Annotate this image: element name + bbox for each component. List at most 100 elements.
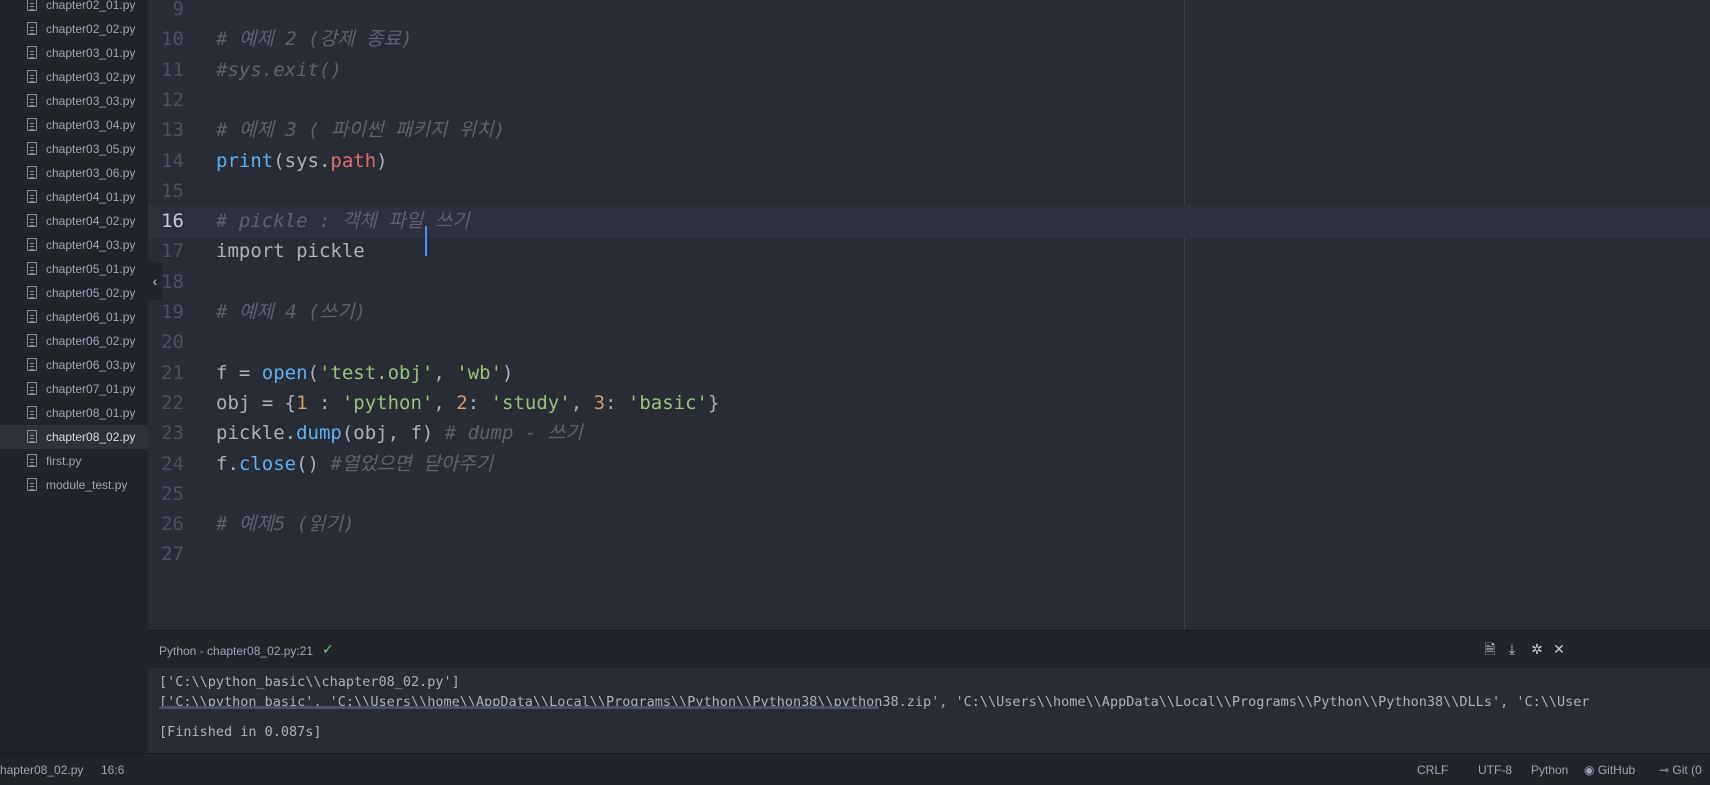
code-line[interactable]: 18: [148, 266, 1710, 299]
line-number: 12: [161, 88, 184, 111]
file-label: chapter07_01.py: [46, 382, 136, 396]
file-label: first.py: [46, 454, 82, 468]
code-line[interactable]: 22 obj = {1 : 'python', 2: 'study', 3: 'b…: [148, 387, 1710, 420]
code-token: #sys.exit(): [216, 58, 342, 81]
file-item[interactable]: chapter03_03.py: [0, 89, 148, 113]
file-item[interactable]: chapter07_01.py: [0, 377, 148, 401]
code-token: 1: [296, 391, 308, 414]
status-grammar[interactable]: Python: [1531, 763, 1568, 777]
file-item[interactable]: chapter02_02.py: [0, 17, 148, 41]
file-item[interactable]: module_test.py: [0, 473, 148, 497]
code-token: 'python': [341, 391, 434, 414]
file-label: chapter08_01.py: [46, 406, 136, 420]
code-line[interactable]: 19 # 예제 4 (쓰기): [148, 296, 1710, 329]
code-token: (): [296, 452, 331, 475]
line-number: 13: [161, 119, 184, 142]
code-line[interactable]: 14 print(sys.path): [148, 145, 1710, 178]
code-line[interactable]: 27: [148, 538, 1710, 571]
status-cursor-position[interactable]: 16:6: [101, 763, 124, 777]
code-token: # 예제 4 (쓰기): [216, 301, 366, 323]
file-item[interactable]: chapter02_01.py: [0, 0, 148, 17]
file-label: chapter08_02.py: [46, 430, 136, 444]
file-item[interactable]: chapter06_03.py: [0, 353, 148, 377]
file-item[interactable]: chapter04_01.py: [0, 185, 148, 209]
output-horizontal-scrollbar[interactable]: [159, 706, 879, 709]
file-item[interactable]: chapter03_02.py: [0, 65, 148, 89]
status-encoding[interactable]: UTF-8: [1478, 763, 1512, 777]
code-line[interactable]: 26 # 예제5 (읽기): [148, 508, 1710, 541]
file-item[interactable]: chapter03_04.py: [0, 113, 148, 137]
file-label: chapter02_02.py: [46, 22, 136, 36]
file-item[interactable]: first.py: [0, 449, 148, 473]
output-panel: Python - chapter08_02.py:21 ✓ 🗎 ⤓ ✲ ✕ ['…: [148, 630, 1710, 754]
code-token: # 예제 3 ( 파이썬 패키지 위치): [216, 119, 506, 142]
output-panel-body[interactable]: ['C:\\python_basic\\chapter08_02.py'] ['…: [148, 668, 1710, 754]
git-commit-icon: ⊸: [1659, 763, 1670, 777]
status-git-label: Git (0: [1672, 763, 1702, 777]
code-token: (sys.: [273, 149, 331, 172]
status-file-name[interactable]: hapter08_02.py: [0, 763, 83, 777]
code-line[interactable]: 12: [148, 84, 1710, 117]
code-editor[interactable]: ‹ 9 10 # 예제 2 (강제 종료) 11 #sys.exit() 12 13 # 예제…: [148, 0, 1710, 630]
file-icon: [27, 46, 37, 59]
file-label: chapter06_02.py: [46, 334, 136, 348]
code-token: # dump - 쓰기: [444, 422, 583, 445]
chevron-left-icon[interactable]: ‹: [148, 262, 162, 300]
code-line[interactable]: 9: [148, 0, 1710, 26]
file-icon: [27, 262, 37, 275]
code-token: #열었으면 닫아주기: [330, 452, 494, 475]
line-number: 27: [161, 543, 184, 566]
code-line[interactable]: 11 #sys.exit(): [148, 54, 1710, 87]
file-icon: [27, 94, 37, 107]
file-icon: [27, 334, 37, 347]
code-token: 'study': [490, 391, 571, 414]
download-output-button[interactable]: ⤓: [1503, 640, 1521, 658]
code-token: open: [261, 361, 308, 384]
file-item[interactable]: chapter04_03.py: [0, 233, 148, 257]
file-label: chapter04_03.py: [46, 238, 136, 252]
file-item[interactable]: chapter04_02.py: [0, 209, 148, 233]
file-item[interactable]: chapter08_02.py: [0, 425, 148, 449]
code-line[interactable]: 25: [148, 478, 1710, 511]
line-number: 22: [161, 391, 184, 414]
file-item[interactable]: chapter03_06.py: [0, 161, 148, 185]
file-item[interactable]: chapter06_02.py: [0, 329, 148, 353]
code-token: # 예제5 (읽기): [216, 513, 355, 536]
code-text: f.close() #열었으면 닫아주기: [216, 448, 493, 481]
code-line[interactable]: 21 f = open('test.obj', 'wb'): [148, 357, 1710, 390]
line-number: 21: [161, 361, 184, 384]
line-number: 24: [161, 452, 184, 475]
status-git[interactable]: ⊸ Git (0: [1659, 763, 1702, 777]
code-line[interactable]: 10 # 예제 2 (강제 종료): [148, 23, 1710, 56]
file-item[interactable]: chapter03_05.py: [0, 137, 148, 161]
file-label: chapter03_01.py: [46, 46, 136, 60]
line-number: 26: [161, 513, 184, 536]
line-number: 20: [161, 331, 184, 354]
code-line[interactable]: 20: [148, 326, 1710, 359]
file-item[interactable]: chapter05_01.py: [0, 257, 148, 281]
code-text: f = open('test.obj', 'wb'): [216, 357, 513, 390]
code-token: f.: [216, 452, 239, 475]
status-github[interactable]: ◉ GitHub: [1584, 763, 1635, 777]
file-item[interactable]: chapter08_01.py: [0, 401, 148, 425]
code-token: :: [467, 391, 491, 414]
file-item[interactable]: chapter05_02.py: [0, 281, 148, 305]
code-line[interactable]: 17 import pickle: [148, 235, 1710, 268]
code-text: # 예제 3 ( 파이썬 패키지 위치): [216, 114, 505, 147]
file-icon: [27, 358, 37, 371]
code-token: close: [238, 452, 297, 475]
line-number: 11: [161, 58, 184, 81]
output-panel-header: Python - chapter08_02.py:21 ✓ 🗎 ⤓ ✲ ✕: [148, 631, 1710, 668]
open-output-in-tab-button[interactable]: 🗎: [1481, 640, 1499, 658]
pin-panel-button[interactable]: ✲: [1528, 640, 1546, 658]
file-item[interactable]: chapter06_01.py: [0, 305, 148, 329]
code-line[interactable]: 24 f.close() #열었으면 닫아주기: [148, 448, 1710, 481]
status-line-ending[interactable]: CRLF: [1417, 763, 1448, 777]
code-line[interactable]: 13 # 예제 3 ( 파이썬 패키지 위치): [148, 114, 1710, 147]
file-item[interactable]: chapter03_01.py: [0, 41, 148, 65]
code-token: 'test.obj': [318, 361, 434, 384]
close-panel-button[interactable]: ✕: [1550, 640, 1568, 658]
code-line[interactable]: 23 pickle.dump(obj, f) # dump - 쓰기: [148, 417, 1710, 450]
code-line[interactable]: 16 # pickle : 객체 파일 쓰기: [148, 205, 1710, 239]
code-line[interactable]: 15: [148, 175, 1710, 208]
